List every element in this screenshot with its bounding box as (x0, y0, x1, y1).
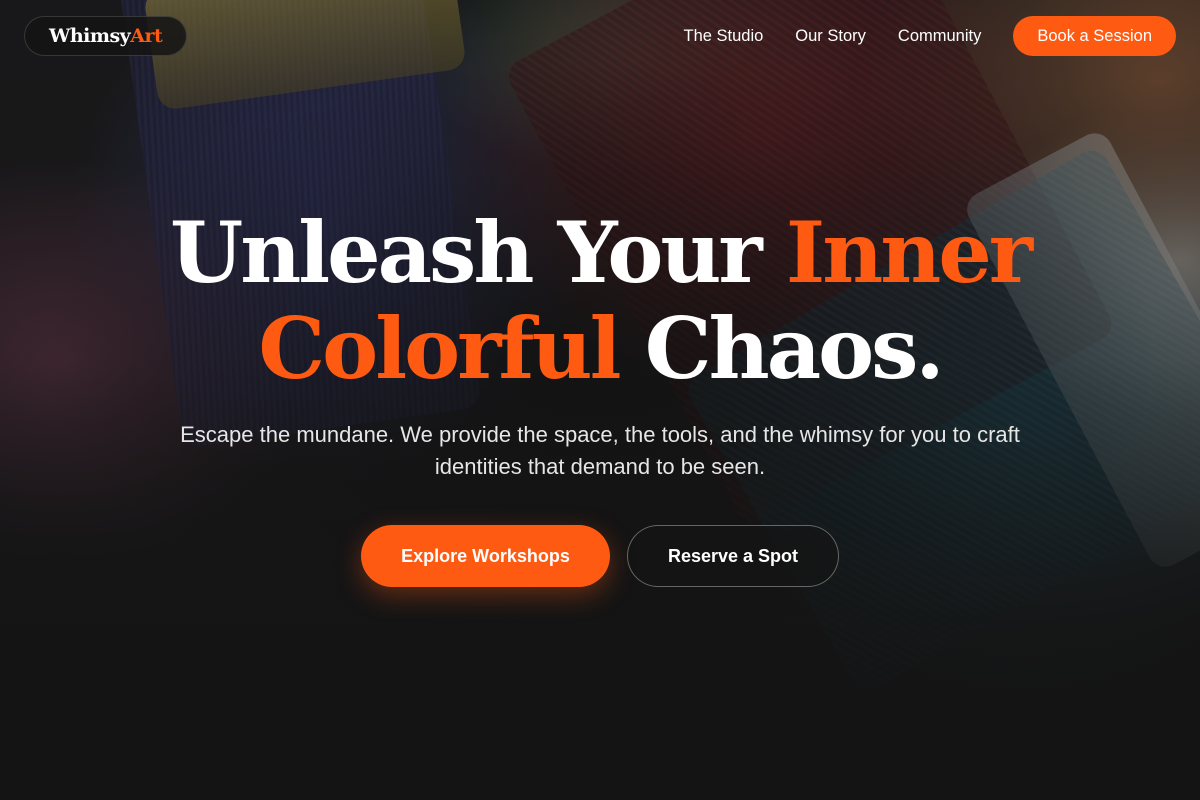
nav-link-community[interactable]: Community (898, 27, 981, 46)
brand-logo[interactable]: Whimsy Art (24, 16, 188, 56)
book-session-button[interactable]: Book a Session (1013, 16, 1176, 56)
explore-workshops-button[interactable]: Explore Workshops (361, 525, 610, 587)
hero-subtitle: Escape the mundane. We provide the space… (180, 422, 1020, 479)
nav-link-our-story[interactable]: Our Story (795, 27, 866, 46)
hero-section: Unleash Your Inner Colorful Chaos. Escap… (0, 205, 1200, 587)
brand-name-primary: Whimsy (49, 25, 131, 47)
headline-line2-white: Chaos. (618, 299, 945, 398)
hero-headline: Unleash Your Inner Colorful Chaos. (0, 205, 1200, 397)
headline-line1-white: Unleash Your (169, 203, 786, 302)
hero-buttons: Explore Workshops Reserve a Spot (0, 525, 1200, 587)
headline-line2-accent: Colorful (258, 299, 621, 398)
main-nav: The Studio Our Story Community Book a Se… (651, 16, 1176, 56)
brand-name-accent: Art (130, 25, 163, 47)
headline-line1-accent: Inner (785, 203, 1033, 302)
nav-link-the-studio[interactable]: The Studio (683, 27, 763, 46)
site-header: Whimsy Art The Studio Our Story Community… (0, 0, 1200, 72)
reserve-spot-button[interactable]: Reserve a Spot (627, 525, 839, 587)
